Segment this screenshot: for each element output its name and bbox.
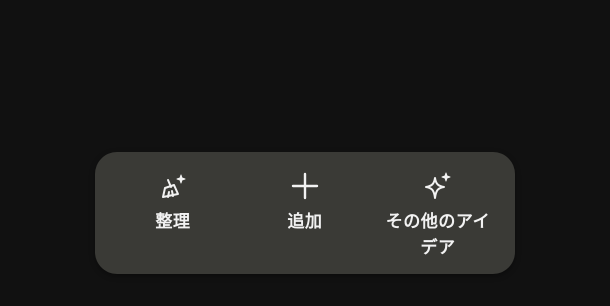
action-bar: 整理 追加 その他のアイデア <box>95 152 515 274</box>
organize-label: 整理 <box>155 212 191 232</box>
add-label: 追加 <box>287 212 323 232</box>
plus-icon <box>289 170 321 202</box>
more-ideas-label: その他のアイデア <box>385 212 491 258</box>
organize-button[interactable]: 整理 <box>133 152 213 274</box>
broom-sparkle-icon <box>157 170 189 202</box>
sparkle-icon <box>422 170 454 202</box>
more-ideas-button[interactable]: その他のアイデア <box>377 152 499 274</box>
add-button[interactable]: 追加 <box>265 152 345 274</box>
screen: 整理 追加 その他のアイデア <box>0 0 610 306</box>
